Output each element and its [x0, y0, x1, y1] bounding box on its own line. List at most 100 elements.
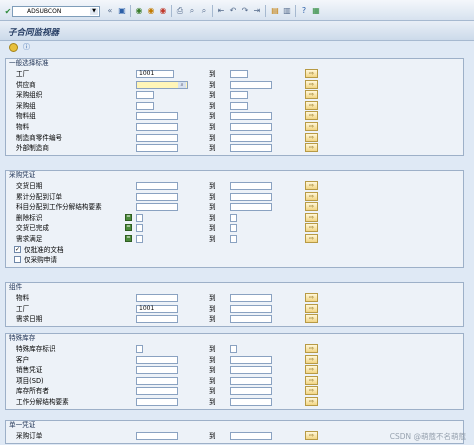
to-field[interactable] — [230, 224, 237, 233]
from-field[interactable]: 1001 — [136, 70, 174, 78]
from-field[interactable] — [136, 91, 154, 100]
multiple-selection-icon[interactable]: ⇨ — [305, 303, 318, 313]
find-next-icon[interactable]: ⌕ — [199, 5, 209, 16]
to-field[interactable] — [230, 112, 272, 121]
to-field[interactable] — [230, 182, 272, 190]
to-field[interactable] — [230, 355, 272, 364]
multiple-selection-icon[interactable]: ⇨ — [305, 293, 318, 302]
value-help-icon[interactable]: ⌕ — [178, 81, 186, 88]
selection-option-icon[interactable]: = — [125, 235, 132, 242]
to-field[interactable] — [230, 304, 272, 313]
from-field[interactable] — [136, 224, 143, 233]
nav-back-double-icon[interactable]: « — [105, 5, 115, 16]
last-page-icon[interactable]: ⇥ — [252, 5, 262, 16]
multiple-selection-icon[interactable]: ⇨ — [305, 69, 318, 78]
multiple-selection-icon[interactable]: ⇨ — [305, 111, 318, 121]
multiple-selection-icon[interactable]: ⇨ — [305, 223, 318, 233]
first-page-icon[interactable]: ⇤ — [216, 5, 226, 16]
multiple-selection-icon[interactable]: ⇨ — [305, 100, 318, 110]
from-field[interactable] — [136, 203, 178, 212]
multiple-selection-icon[interactable]: ⇨ — [305, 234, 318, 243]
tcode-field[interactable]: ADSUBCON ▼ — [12, 6, 100, 17]
multiple-selection-icon[interactable]: ⇨ — [305, 212, 318, 222]
from-field[interactable] — [136, 376, 178, 385]
multiple-selection-icon[interactable]: ⇨ — [305, 202, 318, 212]
to-field[interactable] — [230, 294, 272, 302]
from-field[interactable] — [136, 213, 143, 222]
execute-icon[interactable] — [9, 43, 18, 52]
multiple-selection-icon[interactable]: ⇨ — [305, 191, 318, 201]
multiple-selection-icon[interactable]: ⇨ — [305, 90, 318, 100]
from-field[interactable]: ⌕ — [136, 80, 188, 89]
to-field[interactable] — [230, 398, 272, 406]
multiple-selection-icon[interactable]: ⇨ — [305, 122, 318, 131]
from-field[interactable] — [136, 112, 178, 121]
from-field[interactable] — [136, 355, 178, 364]
multiple-selection-icon[interactable]: ⇨ — [305, 132, 318, 142]
to-field[interactable] — [230, 91, 248, 100]
multiple-selection-icon[interactable]: ⇨ — [305, 143, 318, 153]
from-field[interactable] — [136, 182, 178, 190]
to-field[interactable] — [230, 70, 248, 78]
selection-option-icon[interactable]: = — [125, 213, 132, 221]
from-field[interactable] — [136, 387, 178, 396]
multiple-selection-icon[interactable]: ⇨ — [305, 354, 318, 364]
layout-icon[interactable]: ▦ — [311, 5, 321, 16]
to-field[interactable] — [230, 387, 272, 396]
to-field[interactable] — [230, 213, 237, 222]
from-field[interactable] — [136, 345, 143, 353]
to-field[interactable] — [230, 144, 272, 153]
cancel-icon[interactable]: ◉ — [158, 5, 168, 16]
to-field[interactable] — [230, 80, 272, 89]
to-field[interactable] — [230, 133, 272, 142]
from-field[interactable] — [136, 432, 178, 440]
print-icon[interactable]: ⎙ — [175, 5, 185, 16]
to-field[interactable] — [230, 432, 272, 440]
from-field[interactable] — [136, 133, 178, 142]
selection-row: 供应商 ⌕ 到 ⇨ — [6, 79, 463, 90]
chevron-down-icon[interactable]: ▼ — [90, 8, 98, 15]
to-field[interactable] — [230, 366, 272, 375]
next-page-icon[interactable]: ↷ — [240, 5, 250, 16]
prev-page-icon[interactable]: ↶ — [228, 5, 238, 16]
shortcut-icon[interactable]: ▥ — [282, 5, 292, 16]
to-field[interactable] — [230, 101, 248, 110]
multiple-selection-icon[interactable]: ⇨ — [305, 181, 318, 190]
checkbox[interactable] — [14, 256, 21, 264]
from-field[interactable] — [136, 398, 178, 406]
multiple-selection-icon[interactable]: ⇨ — [305, 386, 318, 396]
multiple-selection-icon[interactable]: ⇨ — [305, 344, 318, 353]
to-field[interactable] — [230, 235, 237, 243]
info-icon[interactable]: ⓘ — [22, 43, 31, 52]
multiple-selection-icon[interactable]: ⇨ — [305, 314, 318, 324]
multiple-selection-icon[interactable]: ⇨ — [305, 375, 318, 385]
to-field[interactable] — [230, 192, 272, 201]
from-field[interactable] — [136, 294, 178, 302]
from-field[interactable] — [136, 123, 178, 131]
multiple-selection-icon[interactable]: ⇨ — [305, 79, 318, 89]
multiple-selection-icon[interactable]: ⇨ — [305, 365, 318, 375]
help-icon[interactable]: ? — [299, 5, 309, 16]
to-field[interactable] — [230, 376, 272, 385]
from-field[interactable] — [136, 192, 178, 201]
from-field[interactable] — [136, 235, 143, 243]
checkbox[interactable]: ✓ — [14, 245, 21, 253]
multiple-selection-icon[interactable]: ⇨ — [305, 397, 318, 406]
save-icon[interactable]: ▣ — [117, 5, 127, 16]
to-field[interactable] — [230, 345, 237, 353]
from-field[interactable]: 1001 — [136, 304, 178, 313]
multiple-selection-icon[interactable]: ⇨ — [305, 431, 318, 440]
exit-icon[interactable]: ◉ — [146, 5, 156, 16]
from-field[interactable] — [136, 366, 178, 375]
new-session-icon[interactable]: ▤ — [270, 5, 280, 16]
from-field[interactable] — [136, 144, 178, 153]
to-field[interactable] — [230, 203, 272, 212]
to-field[interactable] — [230, 315, 272, 324]
find-icon[interactable]: ⌕ — [187, 5, 197, 16]
from-field[interactable] — [136, 101, 154, 110]
back-icon[interactable]: ◉ — [134, 5, 144, 16]
selection-option-icon[interactable]: = — [125, 224, 132, 232]
to-label: 到 — [209, 315, 216, 324]
to-field[interactable] — [230, 123, 272, 131]
from-field[interactable] — [136, 315, 178, 324]
